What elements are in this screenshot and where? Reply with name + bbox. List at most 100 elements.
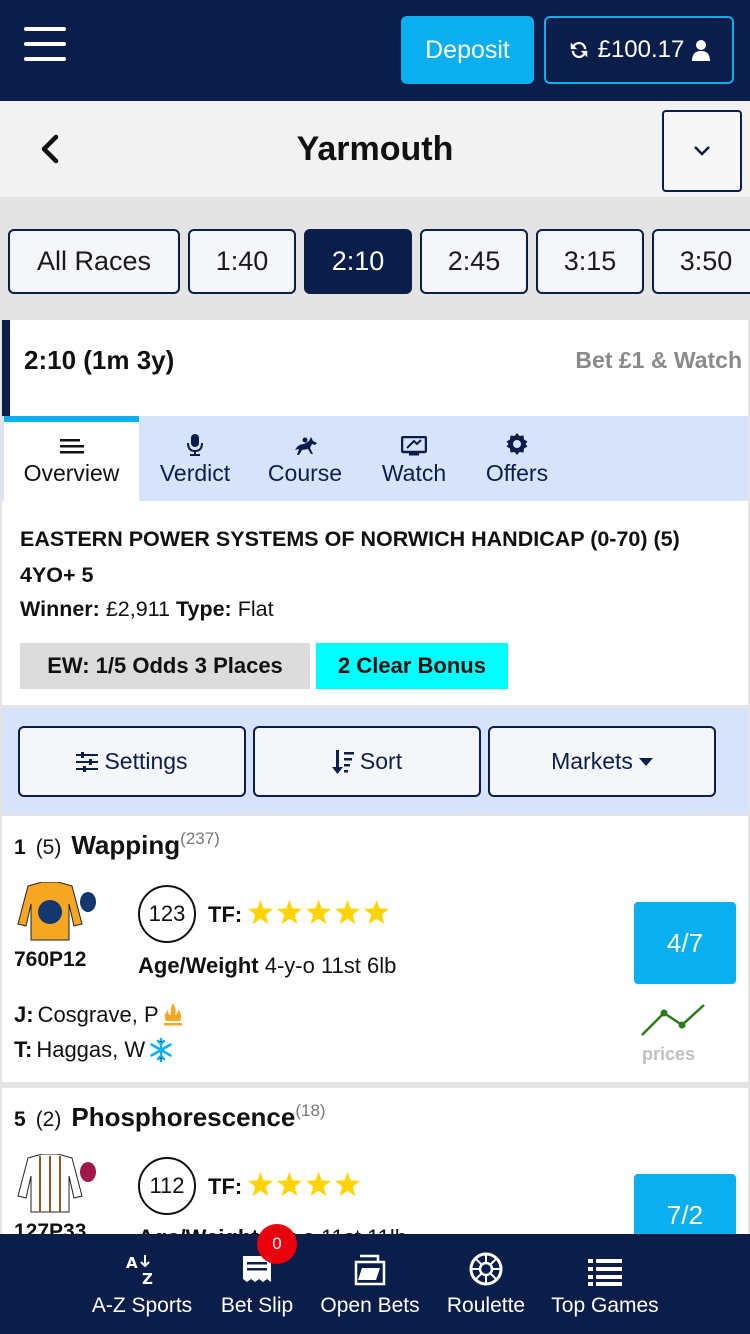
form-figures: 760P12 (14, 948, 87, 971)
race-tab-2-45[interactable]: 2:45 (420, 229, 528, 294)
cold-trainer-snowflake-icon (150, 1038, 172, 1062)
race-tab-1-40[interactable]: 1:40 (188, 229, 296, 294)
race-meta: Winner: £2,911 Type: Flat (20, 591, 274, 627)
list-icon (59, 439, 84, 454)
race-name: EASTERN POWER SYSTEMS OF NORWICH HANDICA… (20, 527, 680, 587)
odds-button[interactable]: 4/7 (634, 902, 736, 984)
tab-watch[interactable]: Watch (366, 416, 462, 501)
refresh-icon (570, 41, 587, 59)
age-weight-label: Age/Weight (138, 953, 259, 978)
race-tab-all[interactable]: All Races (8, 229, 180, 294)
star-icon (335, 1172, 360, 1196)
meeting-dropdown-button[interactable] (662, 110, 742, 192)
race-details: EASTERN POWER SYSTEMS OF NORWICH HANDICA… (2, 501, 748, 705)
svg-text:Z: Z (142, 1270, 153, 1286)
jockey-label: J: (14, 1002, 34, 1027)
menu-icon[interactable] (24, 27, 66, 61)
tab-watch-label: Watch (381, 460, 447, 486)
tab-verdict[interactable]: Verdict (145, 416, 245, 501)
nav-bet-slip-label: Bet Slip (220, 1294, 294, 1317)
balance-amount: £100.17 (597, 36, 685, 63)
runner-draw: (2) (35, 1108, 62, 1131)
timeform-label: TF: (208, 1174, 243, 1199)
winner-label: Winner: (20, 597, 100, 621)
rating-badge: 123 (138, 885, 196, 943)
bet-slip-count-badge: 0 (257, 1224, 297, 1264)
rating-badge: 112 (138, 1157, 196, 1215)
svg-text:A: A (126, 1254, 138, 1272)
sliders-icon (76, 751, 99, 772)
nav-a-z-sports[interactable]: AZ A-Z Sports (82, 1234, 202, 1334)
days-since-run: (18) (295, 1101, 326, 1120)
bottom-nav: AZ A-Z Sports Bet Slip Open Bets Roulett… (0, 1224, 750, 1334)
tab-verdict-label: Verdict (159, 460, 231, 486)
deposit-button[interactable]: Deposit (401, 16, 534, 84)
runner-header: 5 (2) Phosphorescence (18) (14, 1101, 326, 1133)
back-arrow-icon[interactable] (30, 129, 70, 169)
sort-icon (331, 749, 354, 774)
runner-controls: Settings Sort Markets (2, 708, 748, 814)
race-tab-3-50[interactable]: 3:50 (652, 229, 750, 294)
age-weight-value: 4-y-o 11st 6lb (264, 953, 397, 978)
price-history-chart-icon[interactable] (640, 1003, 706, 1039)
horse-name[interactable]: Wapping (71, 830, 180, 861)
markets-label: Markets (551, 748, 633, 774)
sort-label: Sort (359, 748, 403, 774)
race-header: Yarmouth (0, 101, 750, 197)
trainer-name: Haggas, W (36, 1037, 146, 1062)
runner-row: 5 (2) Phosphorescence (18) 127P33 112 TF… (2, 1088, 748, 1238)
age-weight: Age/Weight 4-y-o 11st 6lb (138, 953, 396, 979)
each-way-terms-badge: EW: 1/5 Odds 3 Places (20, 643, 310, 689)
tab-course[interactable]: Course (252, 416, 358, 501)
chevron-down-icon (694, 146, 710, 156)
race-time-distance: 2:10 (1m 3y) (24, 345, 175, 375)
runner-header: 1 (5) Wapping (237) (14, 829, 220, 861)
nav-roulette-label: Roulette (446, 1294, 526, 1317)
horse-name[interactable]: Phosphorescence (71, 1102, 295, 1133)
star-icon (364, 900, 389, 924)
open-bets-icon (354, 1254, 386, 1286)
microphone-icon (187, 434, 203, 456)
markets-button[interactable]: Markets (488, 726, 716, 797)
nav-roulette[interactable]: Roulette (436, 1234, 536, 1334)
tab-overview-label: Overview (23, 460, 120, 486)
jockey-name: Cosgrave, P (37, 1002, 159, 1027)
nav-open-bets-label: Open Bets (320, 1294, 420, 1317)
jockey-silks-icon (17, 1154, 96, 1213)
runner-draw: (5) (35, 836, 62, 859)
nav-top-games[interactable]: Top Games (544, 1234, 666, 1334)
runner-number: 1 (14, 836, 26, 859)
race-tab-3-15[interactable]: 3:15 (536, 229, 644, 294)
trainer-info: T: Haggas, W (14, 1037, 173, 1063)
clear-bonus-badge: 2 Clear Bonus (316, 643, 508, 689)
bet-and-watch-link[interactable]: Bet £1 & Watch (575, 320, 742, 400)
star-icon (306, 1172, 331, 1196)
balance-button[interactable]: £100.17 (544, 16, 734, 84)
type-label: Type: (175, 597, 232, 621)
sort-button[interactable]: Sort (253, 726, 481, 797)
prices-label[interactable]: prices (642, 1044, 695, 1065)
page-title: Yarmouth (296, 130, 454, 168)
horse-racing-icon (295, 437, 317, 455)
timeform-stars (248, 1172, 360, 1196)
settings-button[interactable]: Settings (18, 726, 246, 797)
star-icon (248, 1172, 273, 1196)
runner-row: 1 (5) Wapping (237) 760P12 123 TF: Age/W… (2, 816, 748, 1082)
odds-button[interactable]: 7/2 (634, 1174, 736, 1238)
user-icon (692, 40, 711, 61)
star-icon (306, 900, 331, 924)
race-info-tabs: Overview Verdict Course Watch Offers (2, 416, 748, 501)
nav-open-bets[interactable]: Open Bets (312, 1234, 428, 1334)
race-tab-2-10[interactable]: 2:10 (304, 229, 412, 294)
tab-offers[interactable]: Offers (470, 416, 564, 501)
tab-overview[interactable]: Overview (4, 416, 139, 501)
top-bar: Deposit £100.17 (0, 0, 750, 101)
list-bullets-icon (588, 1259, 622, 1286)
star-icon (248, 900, 273, 924)
timeform-stars (248, 900, 389, 924)
timeform-label: TF: (208, 902, 243, 927)
caret-down-icon (638, 757, 653, 766)
jockey-info: J: Cosgrave, P (14, 1002, 183, 1028)
tab-course-label: Course (267, 460, 343, 486)
offers-badge-icon (506, 433, 528, 455)
